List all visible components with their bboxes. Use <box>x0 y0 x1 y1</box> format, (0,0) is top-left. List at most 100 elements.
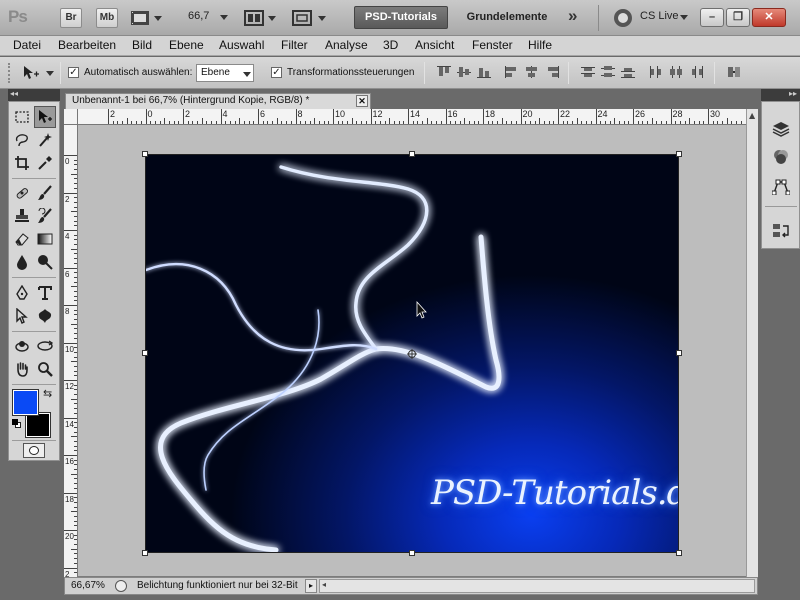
layers-panel-button[interactable] <box>770 118 792 140</box>
status-zoom[interactable]: 66,67% <box>71 580 105 591</box>
path-selection-tool[interactable] <box>11 305 33 327</box>
zoom-tool[interactable] <box>34 358 56 380</box>
spot-healing-brush-tool[interactable] <box>11 182 33 204</box>
align-right-icon[interactable] <box>544 65 560 79</box>
minimize-button[interactable]: – <box>700 8 724 27</box>
distribute-horizontal-center-icon[interactable] <box>668 65 684 79</box>
vertical-scrollbar[interactable]: ▲ <box>746 109 758 577</box>
horizontal-ruler[interactable]: 2 0 2 4 6 8 10 12 14 16 18 20 22 24 26 28 30 <box>78 109 746 125</box>
type-tool[interactable] <box>34 282 56 304</box>
menu-auswahl[interactable]: Auswahl <box>216 38 267 52</box>
quick-selection-tool[interactable] <box>34 129 56 151</box>
image-canvas[interactable]: PSD-Tutorials.de <box>145 154 679 553</box>
transform-controls-checkbox[interactable]: ✓ <box>271 67 282 78</box>
expand-panel-icon[interactable]: ▸▸ <box>789 89 797 98</box>
transform-handle-top[interactable] <box>409 151 415 157</box>
swap-colors-icon[interactable]: ⇆ <box>43 387 52 400</box>
transform-handle-top-right[interactable] <box>676 151 682 157</box>
3d-orbit-tool[interactable] <box>34 335 56 357</box>
transform-handle-bottom[interactable] <box>409 550 415 556</box>
menu-filter[interactable]: Filter <box>278 38 311 52</box>
distribute-top-icon[interactable] <box>580 65 596 79</box>
eyedropper-tool[interactable] <box>34 152 56 174</box>
workspace-grundelemente[interactable]: Grundelemente <box>452 6 562 29</box>
clone-stamp-tool[interactable] <box>11 205 33 227</box>
menu-datei[interactable]: Datei <box>10 38 44 52</box>
tools-panel-header[interactable]: ◂◂ <box>8 89 60 101</box>
vertical-ruler[interactable]: 0 2 4 6 8 10 12 14 16 18 20 2 <box>64 125 78 577</box>
rectangular-marquee-tool[interactable] <box>11 106 33 128</box>
distribute-bottom-icon[interactable] <box>620 65 636 79</box>
menu-ebene[interactable]: Ebene <box>166 38 207 52</box>
zoom-level[interactable]: 66,7 <box>188 10 209 22</box>
lasso-tool[interactable] <box>11 129 33 151</box>
pen-tool[interactable] <box>11 282 33 304</box>
collapse-panel-icon[interactable]: ◂◂ <box>10 89 18 98</box>
bridge-button[interactable]: Br <box>60 8 82 28</box>
default-colors-icon[interactable] <box>12 419 21 428</box>
menu-fenster[interactable]: Fenster <box>469 38 516 52</box>
brush-tool[interactable] <box>34 182 56 204</box>
distribute-right-icon[interactable] <box>688 65 704 79</box>
align-horizontal-center-icon[interactable] <box>524 65 540 79</box>
menu-3d[interactable]: 3D <box>380 38 401 52</box>
mini-bridge-button[interactable]: Mb <box>96 8 118 28</box>
cs-live-button[interactable]: CS Live <box>640 10 679 22</box>
menu-ansicht[interactable]: Ansicht <box>412 38 457 52</box>
auto-select-checkbox[interactable]: ✓ <box>68 67 79 78</box>
transform-handle-top-left[interactable] <box>142 151 148 157</box>
menu-hilfe[interactable]: Hilfe <box>525 38 555 52</box>
3d-rotate-tool[interactable] <box>11 335 33 357</box>
history-brush-tool[interactable] <box>34 205 56 227</box>
workspace-psd-tutorials[interactable]: PSD-Tutorials <box>354 6 448 29</box>
menu-bild[interactable]: Bild <box>129 38 155 52</box>
close-button[interactable]: ✕ <box>752 8 786 27</box>
transform-handle-bottom-left[interactable] <box>142 550 148 556</box>
horizontal-scrollbar[interactable]: ◂ <box>319 579 755 593</box>
view-extras-button[interactable] <box>130 9 164 27</box>
foreground-color-swatch[interactable] <box>12 389 39 416</box>
align-top-icon[interactable] <box>436 65 452 79</box>
align-bottom-icon[interactable] <box>476 65 492 79</box>
move-tool[interactable] <box>34 106 56 128</box>
right-panel-header[interactable]: ▸▸ <box>761 89 800 101</box>
crop-tool[interactable] <box>11 152 33 174</box>
custom-shape-tool[interactable] <box>34 305 56 327</box>
distribute-vertical-center-icon[interactable] <box>600 65 616 79</box>
chevron-down-icon[interactable] <box>680 15 688 20</box>
more-workspaces-button[interactable]: » <box>568 6 577 26</box>
auto-select-dropdown[interactable]: Ebene <box>196 64 254 82</box>
align-left-icon[interactable] <box>504 65 520 79</box>
quick-mask-button[interactable] <box>23 443 45 458</box>
status-info-icon[interactable] <box>115 580 127 592</box>
align-vertical-center-icon[interactable] <box>456 65 472 79</box>
history-panel-button[interactable] <box>770 220 792 242</box>
paths-panel-button[interactable] <box>770 176 792 198</box>
transform-handle-right[interactable] <box>676 350 682 356</box>
transform-handle-left[interactable] <box>142 350 148 356</box>
tool-preset-picker[interactable] <box>22 65 56 81</box>
zoom-dropdown-icon[interactable] <box>220 15 228 20</box>
distribute-left-icon[interactable] <box>648 65 664 79</box>
status-menu-button[interactable]: ▸ <box>305 579 317 593</box>
gradient-tool[interactable] <box>34 228 56 250</box>
hand-tool[interactable] <box>11 358 33 380</box>
menu-bearbeiten[interactable]: Bearbeiten <box>55 38 119 52</box>
eraser-tool[interactable] <box>11 228 33 250</box>
blur-tool[interactable] <box>11 251 33 273</box>
auto-align-layers-icon[interactable] <box>726 65 742 79</box>
grip-handle[interactable] <box>8 63 12 83</box>
restore-button[interactable]: ❐ <box>726 8 750 27</box>
background-color-swatch[interactable] <box>25 412 51 438</box>
dodge-tool[interactable] <box>34 251 56 273</box>
transform-handle-bottom-right[interactable] <box>676 550 682 556</box>
menu-analyse[interactable]: Analyse <box>322 38 371 52</box>
vertical-scroll-track[interactable] <box>749 113 757 569</box>
screen-mode-button[interactable] <box>292 9 332 27</box>
document-tab[interactable]: Unbenannt-1 bei 66,7% (Hintergrund Kopie… <box>65 93 371 109</box>
ruler-origin[interactable] <box>64 109 78 125</box>
channels-panel-button[interactable] <box>770 146 792 168</box>
arrange-documents-button[interactable] <box>244 9 280 27</box>
scroll-left-icon[interactable]: ◂ <box>322 580 326 589</box>
close-document-icon[interactable]: ✕ <box>356 95 368 107</box>
